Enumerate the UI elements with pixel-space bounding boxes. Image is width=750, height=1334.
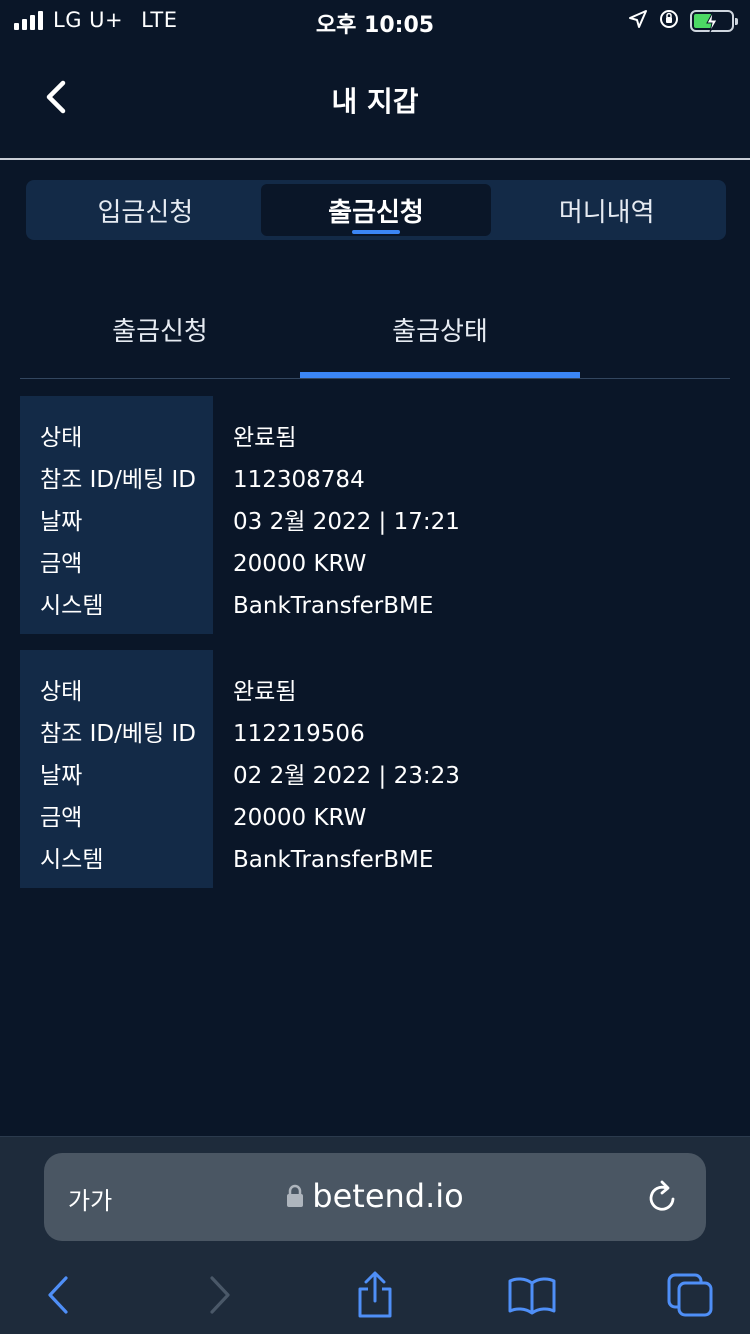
lock-icon [287, 1184, 304, 1207]
date-label: 날짜 [40, 763, 83, 789]
status-label: 상태 [40, 425, 83, 451]
system-value: BankTransferBME [233, 847, 434, 873]
tab-label: 머니내역 [558, 197, 655, 228]
ref-id-value: 112219506 [233, 721, 365, 747]
amount-value: 20000 KRW [233, 805, 367, 831]
date-value: 03 2월 2022 | 17:21 [233, 509, 460, 535]
subtab-label: 출금신청 [112, 316, 208, 347]
address-bar[interactable]: 가가 betend.io [44, 1153, 706, 1241]
url-display[interactable]: betend.io [44, 1177, 706, 1215]
tabs-button[interactable] [660, 1265, 720, 1325]
tab-money-history[interactable]: 머니내역 [491, 184, 722, 236]
status-bar: LG U+ LTE 오후 10:05 [0, 0, 750, 40]
status-right [628, 8, 738, 34]
date-value: 02 2월 2022 | 23:23 [233, 763, 460, 789]
withdraw-record: 상태 참조 ID/베팅 ID 날짜 금액 시스템 완료됨 112219506 0… [20, 650, 730, 888]
reload-icon [649, 1180, 675, 1211]
status-value: 완료됨 [233, 679, 297, 705]
browser-nav [0, 1265, 750, 1325]
tabs-icon [667, 1273, 713, 1317]
ref-id-label: 참조 ID/베팅 ID [40, 467, 196, 493]
location-arrow-icon [628, 9, 648, 33]
active-tab-indicator [352, 230, 400, 234]
subtab-withdraw-status[interactable]: 출금상태 [300, 280, 580, 378]
ref-id-value: 112308784 [233, 467, 365, 493]
subtab-withdraw-request[interactable]: 출금신청 [20, 280, 300, 378]
system-value: BankTransferBME [233, 593, 434, 619]
browser-forward-button[interactable] [190, 1265, 250, 1325]
share-icon [358, 1271, 392, 1318]
browser-toolbar: 가가 betend.io [0, 1136, 750, 1334]
reload-button[interactable] [646, 1179, 680, 1219]
sub-tabs: 출금신청 출금상태 [20, 280, 730, 380]
back-icon [48, 1276, 68, 1314]
browser-back-button[interactable] [28, 1265, 88, 1325]
page: LG U+ LTE 오후 10:05 내 지갑 입금신청 출금신청 머니내역 출… [0, 0, 750, 1334]
record-labels: 상태 참조 ID/베팅 ID 날짜 금액 시스템 [20, 396, 213, 634]
subtab-divider [20, 378, 730, 379]
status-value: 완료됨 [233, 425, 297, 451]
record-values: 완료됨 112308784 03 2월 2022 | 17:21 20000 K… [233, 396, 730, 634]
forward-icon [210, 1276, 230, 1314]
status-label: 상태 [40, 679, 83, 705]
record-labels: 상태 참조 ID/베팅 ID 날짜 금액 시스템 [20, 650, 213, 888]
subtab-label: 출금상태 [392, 316, 488, 347]
date-label: 날짜 [40, 509, 83, 535]
withdraw-record: 상태 참조 ID/베팅 ID 날짜 금액 시스템 완료됨 112308784 0… [20, 396, 730, 634]
ref-id-label: 참조 ID/베팅 ID [40, 721, 196, 747]
tab-label: 입금신청 [97, 197, 194, 228]
orientation-lock-icon [658, 8, 680, 34]
tab-withdraw-request[interactable]: 출금신청 [260, 184, 492, 236]
battery-charging-icon [690, 10, 738, 33]
main-tabs: 입금신청 출금신청 머니내역 [26, 180, 726, 240]
share-button[interactable] [345, 1265, 405, 1325]
system-label: 시스템 [40, 593, 104, 619]
record-values: 완료됨 112219506 02 2월 2022 | 23:23 20000 K… [233, 650, 730, 888]
system-label: 시스템 [40, 847, 104, 873]
amount-label: 금액 [40, 551, 83, 577]
amount-value: 20000 KRW [233, 551, 367, 577]
header: 내 지갑 [0, 40, 750, 158]
url-text: betend.io [312, 1177, 464, 1215]
tab-deposit-request[interactable]: 입금신청 [30, 184, 261, 236]
bookmarks-icon [508, 1277, 556, 1315]
tab-label: 출금신청 [328, 197, 424, 228]
header-divider [0, 158, 750, 160]
bookmarks-button[interactable] [502, 1265, 562, 1325]
amount-label: 금액 [40, 805, 83, 831]
page-title: 내 지갑 [331, 85, 419, 118]
